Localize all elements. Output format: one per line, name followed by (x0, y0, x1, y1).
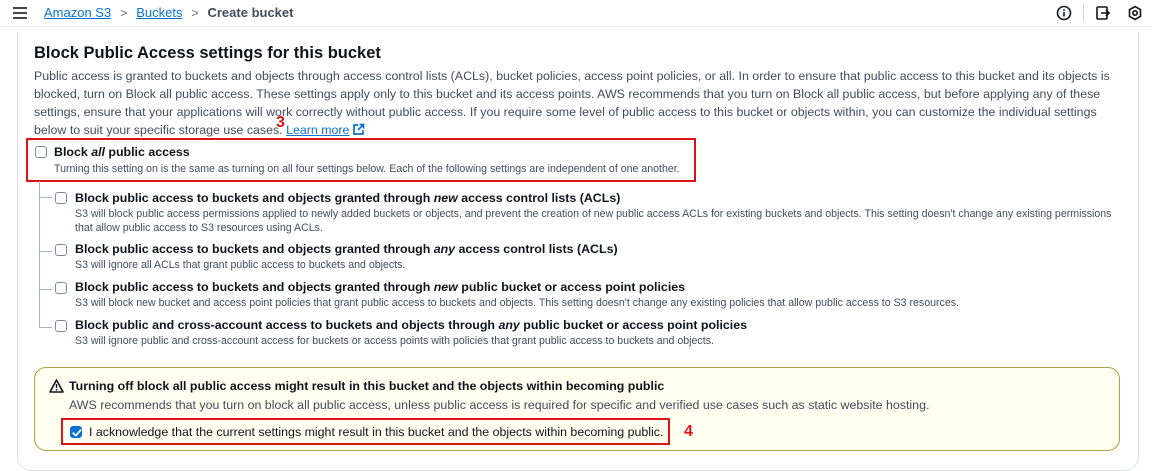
breadcrumb-buckets[interactable]: Buckets (136, 5, 182, 20)
block-all-label-em: all (91, 145, 105, 159)
option-title-em: any (498, 318, 520, 332)
block-new-acls-label: Block public access to buckets and objec… (75, 191, 620, 205)
annotation-3: 3 (276, 114, 285, 131)
block-all-label: Block all public access (54, 145, 190, 159)
panel-title: Block Public Access settings for this bu… (34, 44, 381, 62)
tree-branch (39, 327, 52, 328)
block-cross-account-description: S3 will ignore public and cross-account … (75, 335, 714, 347)
tree-branch (39, 289, 52, 290)
block-new-policies-description: S3 will block new bucket and access poin… (75, 297, 959, 309)
block-cross-account-checkbox[interactable] (55, 320, 67, 332)
warning-icon (49, 379, 64, 393)
option-title-pre: Block public access to buckets and objec… (75, 280, 434, 294)
block-all-checkbox[interactable] (35, 146, 47, 158)
info-icon[interactable] (1055, 4, 1073, 22)
breadcrumb-amazon-s3[interactable]: Amazon S3 (44, 5, 111, 20)
block-new-acls-checkbox[interactable] (55, 192, 67, 204)
learn-more-link[interactable]: Learn more (286, 123, 365, 137)
divider (1083, 4, 1084, 22)
panel-description-text: Public access is granted to buckets and … (34, 69, 1110, 137)
acknowledge-label: I acknowledge that the current settings … (89, 425, 664, 439)
block-new-policies-label: Block public access to buckets and objec… (75, 280, 685, 294)
option-title-pre: Block public access to buckets and objec… (75, 191, 434, 205)
settings-icon[interactable] (1126, 4, 1144, 22)
breadcrumb: Amazon S3 > Buckets > Create bucket (44, 5, 293, 20)
checkmark-icon (72, 429, 82, 437)
block-all-label-post: public access (104, 145, 190, 159)
top-icons (1055, 4, 1144, 22)
panel-description: Public access is granted to buckets and … (34, 67, 1124, 139)
tree-branch (39, 251, 52, 252)
acknowledge-checkbox[interactable] (70, 426, 82, 438)
option-title-post: access control lists (ACLs) (455, 242, 618, 256)
block-all-description: Turning this setting on is the same as t… (54, 163, 680, 175)
option-title-post: access control lists (ACLs) (457, 191, 621, 205)
warning-body: AWS recommends that you turn on block al… (69, 398, 930, 412)
option-title-post: public bucket or access point policies (457, 280, 686, 294)
option-title-em: new (433, 191, 458, 205)
block-cross-account-label: Block public and cross-account access to… (75, 318, 747, 332)
menu-icon[interactable] (13, 5, 27, 19)
breadcrumb-current: Create bucket (207, 5, 294, 20)
option-title-pre: Block public and cross-account access to… (75, 318, 499, 332)
option-title-pre: Block public access to buckets and objec… (75, 242, 434, 256)
option-title-post: public bucket or access point policies (519, 318, 748, 332)
tree-line (39, 181, 40, 327)
block-any-acls-label: Block public access to buckets and objec… (75, 242, 618, 256)
breadcrumb-separator: > (120, 5, 128, 20)
option-title-em: any (433, 242, 456, 256)
tree-branch (39, 197, 52, 198)
block-any-acls-description: S3 will ignore all ACLs that grant publi… (75, 259, 406, 271)
warning-title: Turning off block all public access migh… (69, 379, 665, 393)
block-all-label-pre: Block (54, 145, 92, 159)
option-title-em: new (433, 280, 458, 294)
export-icon[interactable] (1094, 4, 1112, 22)
annotation-4: 4 (684, 423, 693, 440)
top-bar: Amazon S3 > Buckets > Create bucket (0, 0, 1152, 27)
learn-more-label: Learn more (286, 123, 350, 137)
block-any-acls-checkbox[interactable] (55, 244, 67, 256)
block-new-acls-description: S3 will block public access permissions … (75, 208, 1112, 234)
breadcrumb-separator: > (191, 5, 199, 20)
block-new-policies-checkbox[interactable] (55, 282, 67, 294)
external-link-icon (353, 123, 365, 135)
